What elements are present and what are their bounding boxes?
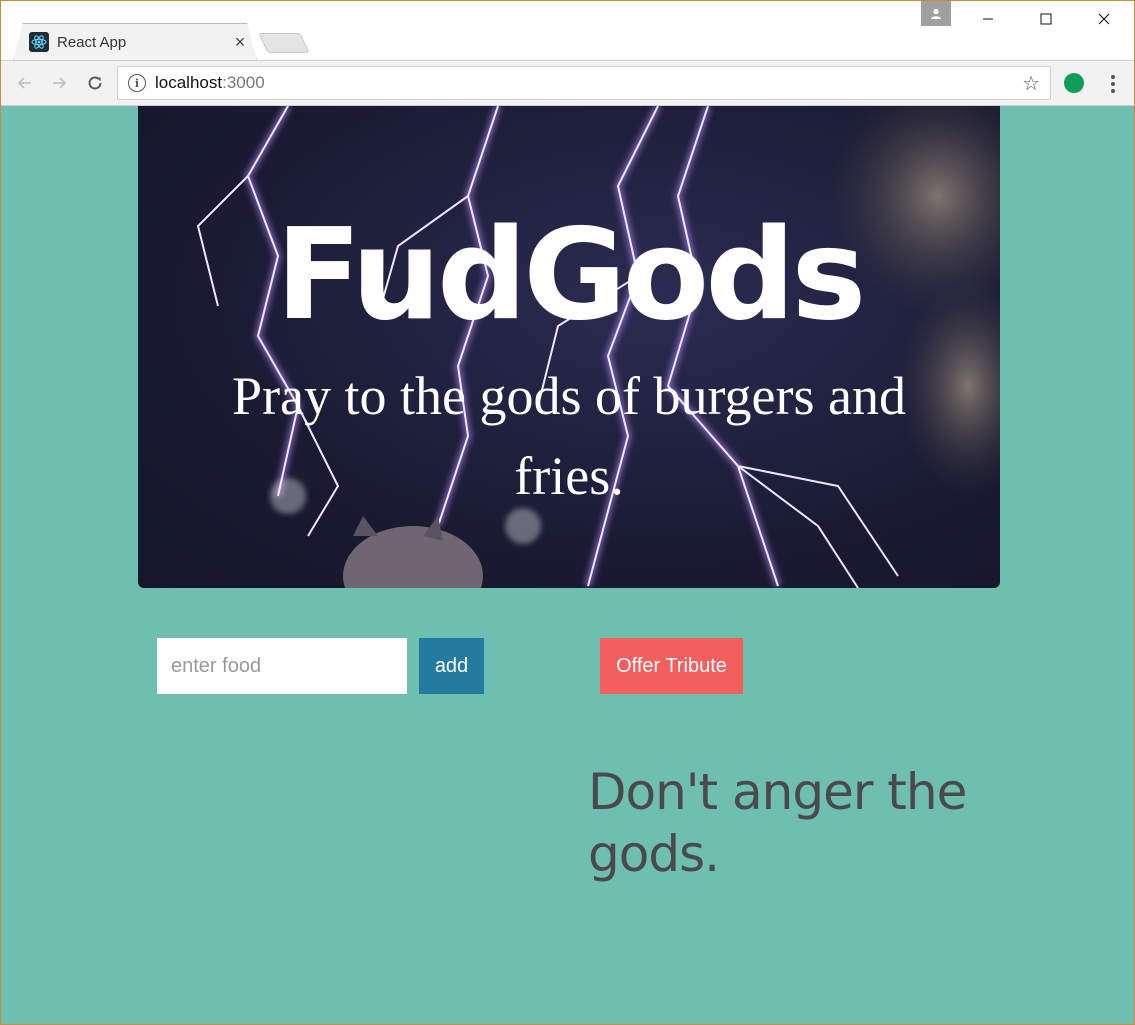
url-port: :3000 [222, 73, 265, 92]
info-icon[interactable]: i [128, 74, 146, 92]
address-bar[interactable]: i localhost:3000 ☆ [117, 66, 1051, 100]
hero-banner: FudGods Pray to the gods of burgers and … [138, 106, 1000, 588]
food-input[interactable] [157, 638, 407, 694]
page-subtitle: Pray to the gods of burgers and fries. [232, 366, 906, 506]
browser-window: React App × i localhost:3000 ☆ FudGods P… [0, 0, 1135, 1025]
tab-title: React App [57, 33, 127, 51]
star-icon[interactable]: ☆ [1022, 71, 1040, 96]
minimize-button[interactable] [959, 1, 1017, 37]
page-title: FudGods [275, 201, 867, 348]
maximize-button[interactable] [1017, 1, 1075, 37]
browser-toolbar: i localhost:3000 ☆ [1, 60, 1134, 106]
url-text: localhost:3000 [155, 73, 1022, 93]
new-tab-button[interactable] [258, 33, 310, 53]
add-button[interactable]: add [419, 638, 484, 694]
url-host: localhost [155, 73, 223, 92]
profile-icon[interactable] [921, 1, 951, 26]
hangouts-extension-icon[interactable] [1064, 73, 1084, 93]
cat-image [343, 516, 483, 588]
back-arrow-icon[interactable] [11, 69, 39, 97]
tab-content: React App × [29, 30, 249, 54]
forward-arrow-icon[interactable] [45, 69, 73, 97]
offer-tribute-button[interactable]: Offer Tribute [600, 638, 743, 694]
react-favicon-icon [29, 32, 49, 52]
title-bar: React App × [1, 1, 1134, 61]
tab-close-icon[interactable]: × [231, 32, 249, 53]
warning-message: Don't anger the gods. [588, 763, 967, 883]
menu-icon[interactable] [1101, 71, 1125, 97]
reload-icon[interactable] [81, 69, 109, 97]
close-window-button[interactable] [1075, 1, 1133, 37]
